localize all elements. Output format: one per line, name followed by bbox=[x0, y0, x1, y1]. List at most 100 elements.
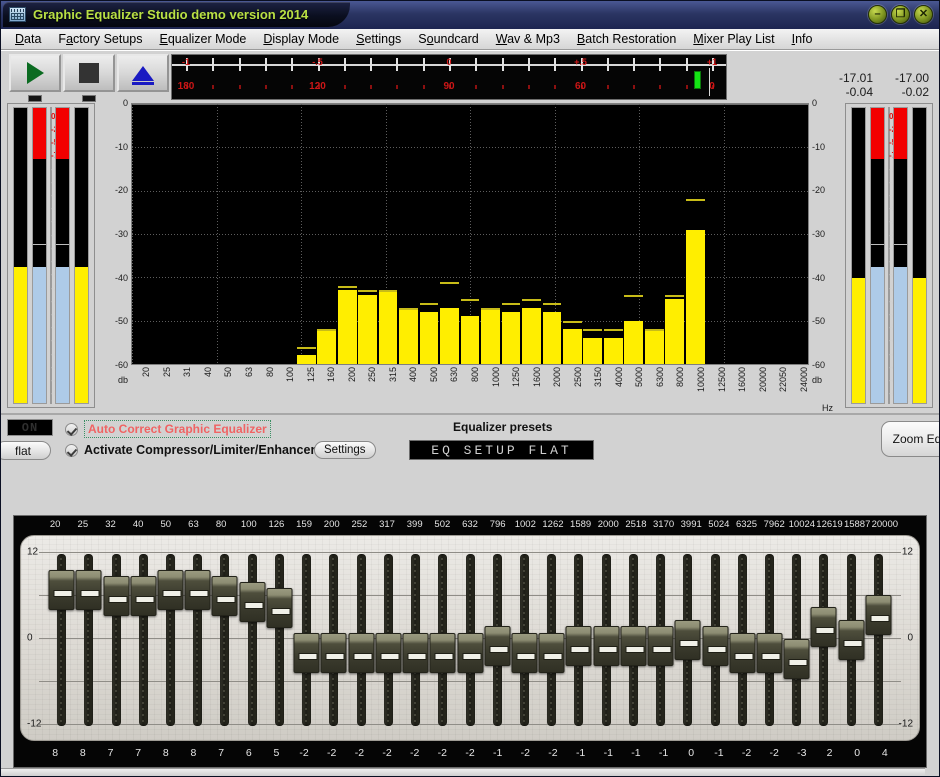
position-marker[interactable] bbox=[693, 71, 701, 89]
vu-bar-r4 bbox=[912, 107, 927, 404]
eq-slider-handle[interactable] bbox=[702, 626, 729, 667]
eq-slider-handle[interactable] bbox=[783, 638, 810, 679]
eq-slider[interactable] bbox=[429, 554, 456, 726]
eq-slider-track[interactable] bbox=[274, 554, 284, 726]
eq-slider[interactable] bbox=[702, 554, 729, 726]
eq-slider-handle[interactable] bbox=[511, 632, 538, 673]
eq-slider-handle[interactable] bbox=[320, 632, 347, 673]
menu-item-equalizer-mode[interactable]: Equalizer Mode bbox=[160, 32, 247, 46]
eq-slider-handle[interactable] bbox=[211, 575, 238, 616]
eq-slider-handle[interactable] bbox=[484, 626, 511, 667]
preset-lcd-display[interactable]: EQ SETUP FLAT bbox=[409, 440, 594, 460]
eq-slider-handle[interactable] bbox=[810, 607, 837, 648]
eq-slider[interactable] bbox=[103, 554, 129, 726]
spectrum-bar bbox=[665, 299, 685, 364]
eq-slider-handle[interactable] bbox=[348, 632, 375, 673]
eq-slider-handle[interactable] bbox=[103, 575, 129, 616]
eject-button[interactable] bbox=[117, 54, 169, 92]
eq-slider[interactable] bbox=[538, 554, 565, 726]
eq-slider[interactable] bbox=[511, 554, 538, 726]
eq-slider[interactable] bbox=[729, 554, 756, 726]
stop-button[interactable] bbox=[63, 54, 115, 92]
checkbox-checked-icon[interactable] bbox=[65, 422, 78, 436]
eq-slider[interactable] bbox=[266, 554, 293, 726]
eq-slider[interactable] bbox=[211, 554, 238, 726]
eq-slider[interactable] bbox=[865, 554, 892, 726]
eq-slider[interactable] bbox=[157, 554, 184, 726]
transport-bar: -1 -.5 0 +.5 +1 180 120 90 60 0 -17.01 -17.00 -0.… bbox=[1, 51, 939, 103]
eq-slider[interactable] bbox=[783, 554, 810, 726]
eq-slider-handle[interactable] bbox=[266, 588, 293, 629]
flat-button[interactable]: flat bbox=[1, 441, 51, 460]
eq-slider[interactable] bbox=[48, 554, 75, 726]
eq-slider[interactable] bbox=[838, 554, 865, 726]
menu-item-info[interactable]: Info bbox=[792, 32, 813, 46]
eq-slider-handle[interactable] bbox=[402, 632, 429, 673]
vu-signal-fill bbox=[75, 266, 88, 403]
eq-slider-handle[interactable] bbox=[756, 632, 783, 673]
eq-slider-track[interactable] bbox=[247, 554, 257, 726]
close-icon[interactable]: ✕ bbox=[914, 5, 933, 24]
eq-slider[interactable] bbox=[593, 554, 620, 726]
menu-item-batch-restoration[interactable]: Batch Restoration bbox=[577, 32, 676, 46]
eq-slider-handle[interactable] bbox=[375, 632, 402, 673]
eq-slider-handle[interactable] bbox=[48, 569, 75, 610]
menu-item-factory-setups[interactable]: Factory Setups bbox=[58, 32, 142, 46]
auto-correct-row[interactable]: Auto Correct Graphic Equalizer bbox=[65, 420, 271, 438]
eq-slider-handle[interactable] bbox=[457, 632, 483, 673]
play-button[interactable] bbox=[9, 54, 61, 92]
eq-slider-track[interactable] bbox=[873, 554, 883, 726]
eq-slider[interactable] bbox=[484, 554, 511, 726]
spectrum-x-axis: 20 25 31 40 50 63 80 100 125 160 200 250 315 400 500 63… bbox=[131, 367, 809, 409]
eq-slider[interactable] bbox=[75, 554, 102, 726]
checkbox-checked-icon[interactable] bbox=[65, 443, 78, 457]
menu-item-settings[interactable]: Settings bbox=[356, 32, 401, 46]
eq-slider[interactable] bbox=[375, 554, 402, 726]
eq-slider[interactable] bbox=[293, 554, 320, 726]
minimize-icon[interactable]: – bbox=[868, 5, 887, 24]
eq-slider[interactable] bbox=[402, 554, 429, 726]
compressor-row[interactable]: Activate Compressor/Limiter/Enhancer bbox=[65, 443, 315, 457]
eq-slider-handle[interactable] bbox=[538, 632, 565, 673]
eq-slider[interactable] bbox=[756, 554, 783, 726]
eq-slider[interactable] bbox=[674, 554, 701, 726]
menu-item-data[interactable]: Data bbox=[15, 32, 41, 46]
eq-slider-handle[interactable] bbox=[620, 626, 647, 667]
eq-slider[interactable] bbox=[184, 554, 211, 726]
spectrum-plot[interactable] bbox=[131, 103, 809, 365]
menu-item-display-mode[interactable]: Display Mode bbox=[263, 32, 339, 46]
menu-item-mixer-play-list[interactable]: Mixer Play List bbox=[693, 32, 774, 46]
maximize-icon[interactable]: ❐ bbox=[891, 5, 910, 24]
eq-slider[interactable] bbox=[457, 554, 483, 726]
horizontal-scrollbar[interactable] bbox=[1, 768, 925, 776]
eq-slider-handle[interactable] bbox=[130, 575, 157, 616]
menu-item-soundcard[interactable]: Soundcard bbox=[418, 32, 478, 46]
eq-slider-handle[interactable] bbox=[293, 632, 320, 673]
eq-slider-handle[interactable] bbox=[75, 569, 102, 610]
eq-slider-handle[interactable] bbox=[565, 626, 592, 667]
eq-slider[interactable] bbox=[620, 554, 647, 726]
zoom-eq-button[interactable]: Zoom Eq bbox=[881, 421, 939, 457]
eq-slider[interactable] bbox=[565, 554, 592, 726]
eq-slider[interactable] bbox=[320, 554, 347, 726]
eq-slider-handle[interactable] bbox=[593, 626, 620, 667]
eq-slider-handle[interactable] bbox=[674, 620, 701, 660]
eq-slider[interactable] bbox=[348, 554, 375, 726]
spectrum-x-tick: 16000 bbox=[737, 367, 748, 393]
eq-slider-handle[interactable] bbox=[865, 594, 892, 635]
eq-slider[interactable] bbox=[130, 554, 157, 726]
menu-item-wav-mp3[interactable]: Wav & Mp3 bbox=[496, 32, 560, 46]
position-scale[interactable]: -1 -.5 0 +.5 +1 180 120 90 60 0 bbox=[171, 54, 727, 100]
eq-slider-handle[interactable] bbox=[239, 582, 266, 623]
eq-slider-handle[interactable] bbox=[838, 620, 865, 660]
eq-slider-handle[interactable] bbox=[729, 632, 756, 673]
eq-slider[interactable] bbox=[810, 554, 837, 726]
eq-slider-handle[interactable] bbox=[184, 569, 211, 610]
eq-slider-handle[interactable] bbox=[157, 569, 184, 610]
eq-slider-handle[interactable] bbox=[647, 626, 674, 667]
settings-button[interactable]: Settings bbox=[314, 441, 376, 459]
eq-slider-panel[interactable]: 12 12 0 0 -12 -12 bbox=[20, 535, 920, 741]
eq-slider-handle[interactable] bbox=[429, 632, 456, 673]
eq-slider[interactable] bbox=[239, 554, 266, 726]
eq-slider[interactable] bbox=[647, 554, 674, 726]
